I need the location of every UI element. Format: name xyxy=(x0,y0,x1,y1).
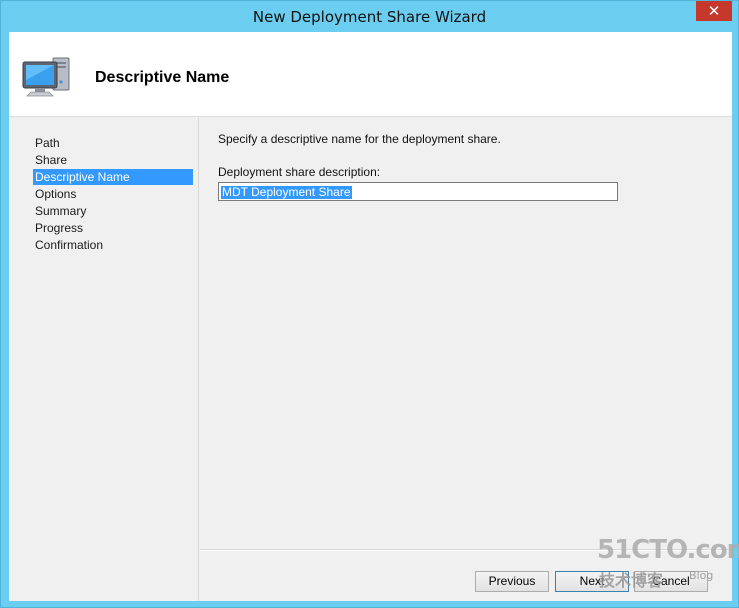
sidebar-item-path[interactable]: Path xyxy=(33,135,193,151)
instruction-text: Specify a descriptive name for the deplo… xyxy=(218,132,501,146)
wizard-content: Specify a descriptive name for the deplo… xyxy=(200,118,732,550)
sidebar-item-confirmation[interactable]: Confirmation xyxy=(33,237,193,253)
page-title: Descriptive Name xyxy=(95,69,230,86)
sidebar-item-options[interactable]: Options xyxy=(33,186,193,202)
sidebar-item-descriptive-name[interactable]: Descriptive Name xyxy=(33,169,193,185)
cancel-button[interactable]: Cancel xyxy=(634,571,708,592)
title-bar[interactable]: New Deployment Share Wizard ✕ xyxy=(1,1,738,32)
sidebar-item-share[interactable]: Share xyxy=(33,152,193,168)
wizard-client-area: Descriptive Name Path Share Descriptive … xyxy=(9,32,732,601)
sidebar-item-progress[interactable]: Progress xyxy=(33,220,193,236)
close-icon: ✕ xyxy=(707,2,721,20)
wizard-steps-sidebar: Path Share Descriptive Name Options Summ… xyxy=(9,118,199,601)
wizard-window: New Deployment Share Wizard ✕ Descriptiv… xyxy=(0,0,739,608)
next-button[interactable]: Next xyxy=(555,571,629,592)
computer-icon xyxy=(19,52,75,100)
description-input[interactable]: MDT Deployment Share xyxy=(218,182,618,201)
description-field-label: Deployment share description: xyxy=(218,165,381,179)
previous-button[interactable]: Previous xyxy=(475,571,549,592)
wizard-header: Descriptive Name xyxy=(9,32,732,117)
window-title: New Deployment Share Wizard xyxy=(252,8,487,26)
description-input-value: MDT Deployment Share xyxy=(221,185,352,199)
wizard-footer: Previous Next Cancel xyxy=(200,550,732,601)
close-button[interactable]: ✕ xyxy=(696,1,732,21)
sidebar-item-summary[interactable]: Summary xyxy=(33,203,193,219)
